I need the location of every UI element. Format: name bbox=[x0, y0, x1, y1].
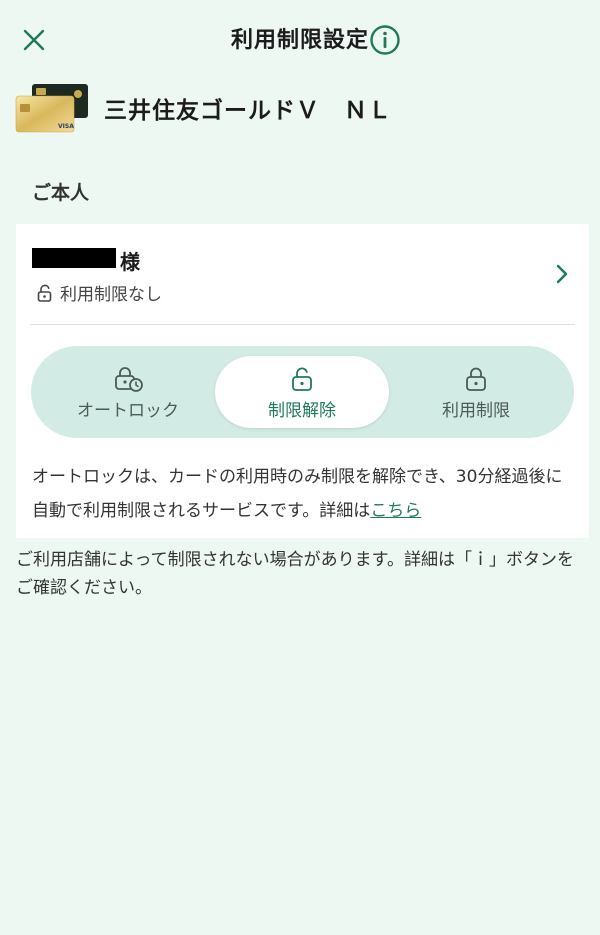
lock-icon bbox=[466, 367, 486, 391]
notice-text: ご利用店舗によって制限されない場合があります。詳細は「ｉ」ボタンをご確認ください… bbox=[16, 550, 574, 598]
description-text: オートロックは、カードの利用時のみ制限を解除でき、30分経過後に自動で利用制限さ… bbox=[32, 467, 563, 521]
card-brand-mark: VISA bbox=[58, 123, 74, 130]
card-image: VISA bbox=[14, 82, 90, 134]
restriction-mode-selector: オートロック 制限解除 利用制限 bbox=[31, 346, 574, 438]
card-name: 三井住友ゴールドＶ ＮＬ bbox=[104, 98, 392, 124]
segment-auto-lock[interactable]: オートロック bbox=[41, 356, 215, 428]
header-bar: 利用制限設定 bbox=[0, 0, 600, 80]
member-row[interactable]: 様 利用制限なし bbox=[16, 224, 589, 324]
member-status-text: 利用制限なし bbox=[60, 285, 162, 305]
redacted-name bbox=[32, 248, 116, 268]
page-title: 利用制限設定 bbox=[230, 28, 369, 53]
segment-unlock[interactable]: 制限解除 bbox=[215, 356, 389, 428]
details-link[interactable]: こちら bbox=[370, 501, 421, 521]
member-honorific: 様 bbox=[120, 250, 140, 274]
member-panel: 様 利用制限なし オートロック 制限解除 利用制限 オートロックは、カードの利用… bbox=[16, 224, 589, 538]
segment-restrict[interactable]: 利用制限 bbox=[389, 356, 563, 428]
unlock-icon bbox=[37, 284, 52, 302]
unlock-icon bbox=[292, 367, 312, 391]
info-icon bbox=[370, 25, 400, 55]
chevron-right-icon bbox=[556, 264, 568, 284]
info-button[interactable] bbox=[367, 22, 403, 58]
close-button[interactable] bbox=[14, 20, 54, 60]
segment-unlock-label: 制限解除 bbox=[268, 400, 336, 421]
member-status: 利用制限なし bbox=[36, 280, 162, 305]
segment-restrict-label: 利用制限 bbox=[442, 400, 510, 421]
auto-lock-description: オートロックは、カードの利用時のみ制限を解除でき、30分経過後に自動で利用制限さ… bbox=[32, 460, 577, 528]
close-icon bbox=[23, 29, 45, 51]
section-label: ご本人 bbox=[32, 182, 90, 204]
card-summary: VISA 三井住友ゴールドＶ ＮＬ bbox=[14, 82, 574, 134]
auto-lock-icon bbox=[115, 366, 143, 392]
divider bbox=[30, 324, 575, 325]
segment-auto-lock-label: オートロック bbox=[77, 400, 179, 421]
